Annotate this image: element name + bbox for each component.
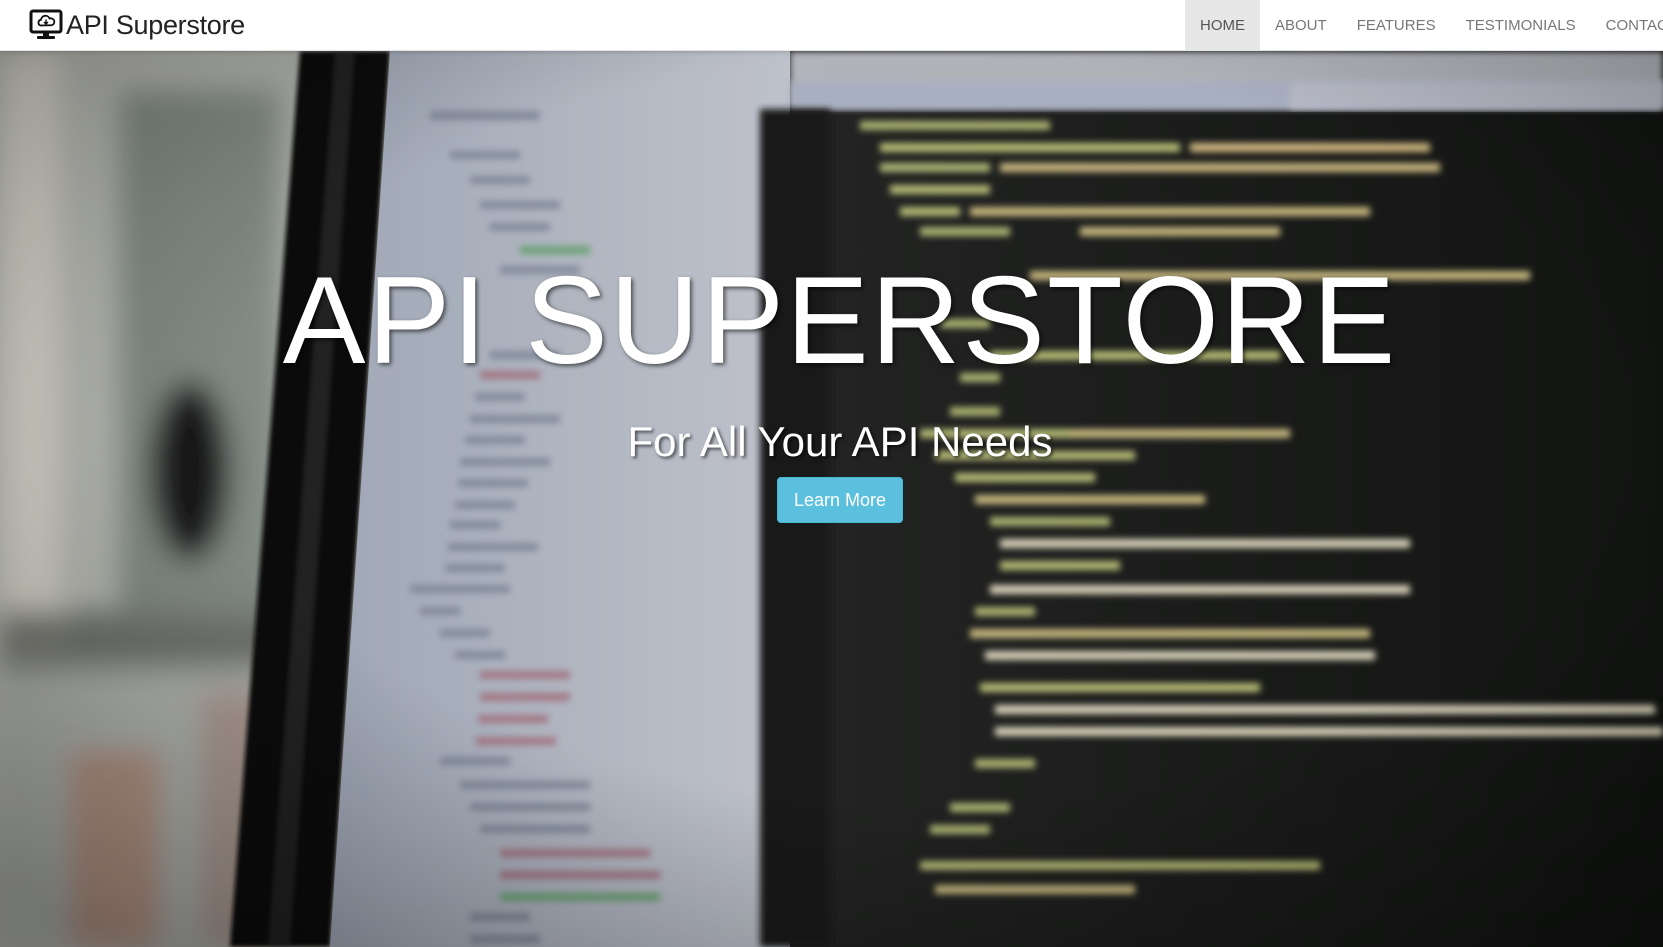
hero-subtitle: For All Your API Needs — [627, 418, 1053, 465]
learn-more-button[interactable]: Learn More — [777, 477, 903, 523]
main-nav: Home About Features Testimonials Contact… — [1185, 0, 1663, 50]
monitor-cloud-icon — [29, 9, 63, 39]
nav-about[interactable]: About — [1260, 0, 1342, 50]
brand-link[interactable]: API Superstore — [29, 5, 245, 45]
nav-testimonials[interactable]: Testimonials — [1451, 0, 1591, 50]
nav-home[interactable]: Home — [1185, 0, 1260, 50]
brand-name: API Superstore — [66, 9, 245, 40]
nav-features[interactable]: Features — [1342, 0, 1451, 50]
hero-title: API SUPERSTORE — [282, 252, 1398, 390]
hero-section: API SUPERSTORE For All Your API Needs Le… — [0, 51, 1663, 947]
top-navbar: API Superstore Home About Features Testi… — [0, 0, 1663, 51]
nav-contact[interactable]: Contact Us — [1591, 0, 1663, 50]
